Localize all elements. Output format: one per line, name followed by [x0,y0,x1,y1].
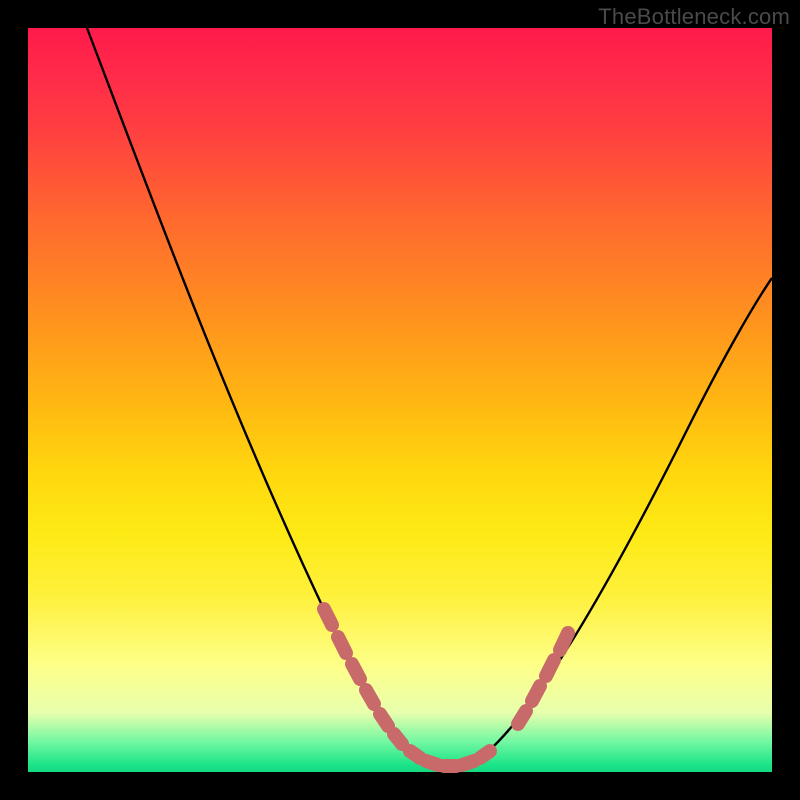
plot-area [28,28,772,772]
bead-group [324,609,568,766]
compatibility-curve [87,28,772,769]
bead [352,664,360,679]
bead [426,761,438,765]
watermark-text: TheBottleneck.com [598,4,790,30]
bead [560,633,568,650]
bead [380,714,388,726]
bead [366,690,374,704]
bead [410,751,420,758]
curve-layer [28,28,772,772]
bead [532,686,540,701]
bead [480,751,490,758]
bead [338,637,346,653]
bead [394,734,402,744]
bead [324,609,332,625]
bead [518,711,526,724]
bead [462,761,474,765]
bead [546,660,554,676]
chart-frame: TheBottleneck.com [0,0,800,800]
